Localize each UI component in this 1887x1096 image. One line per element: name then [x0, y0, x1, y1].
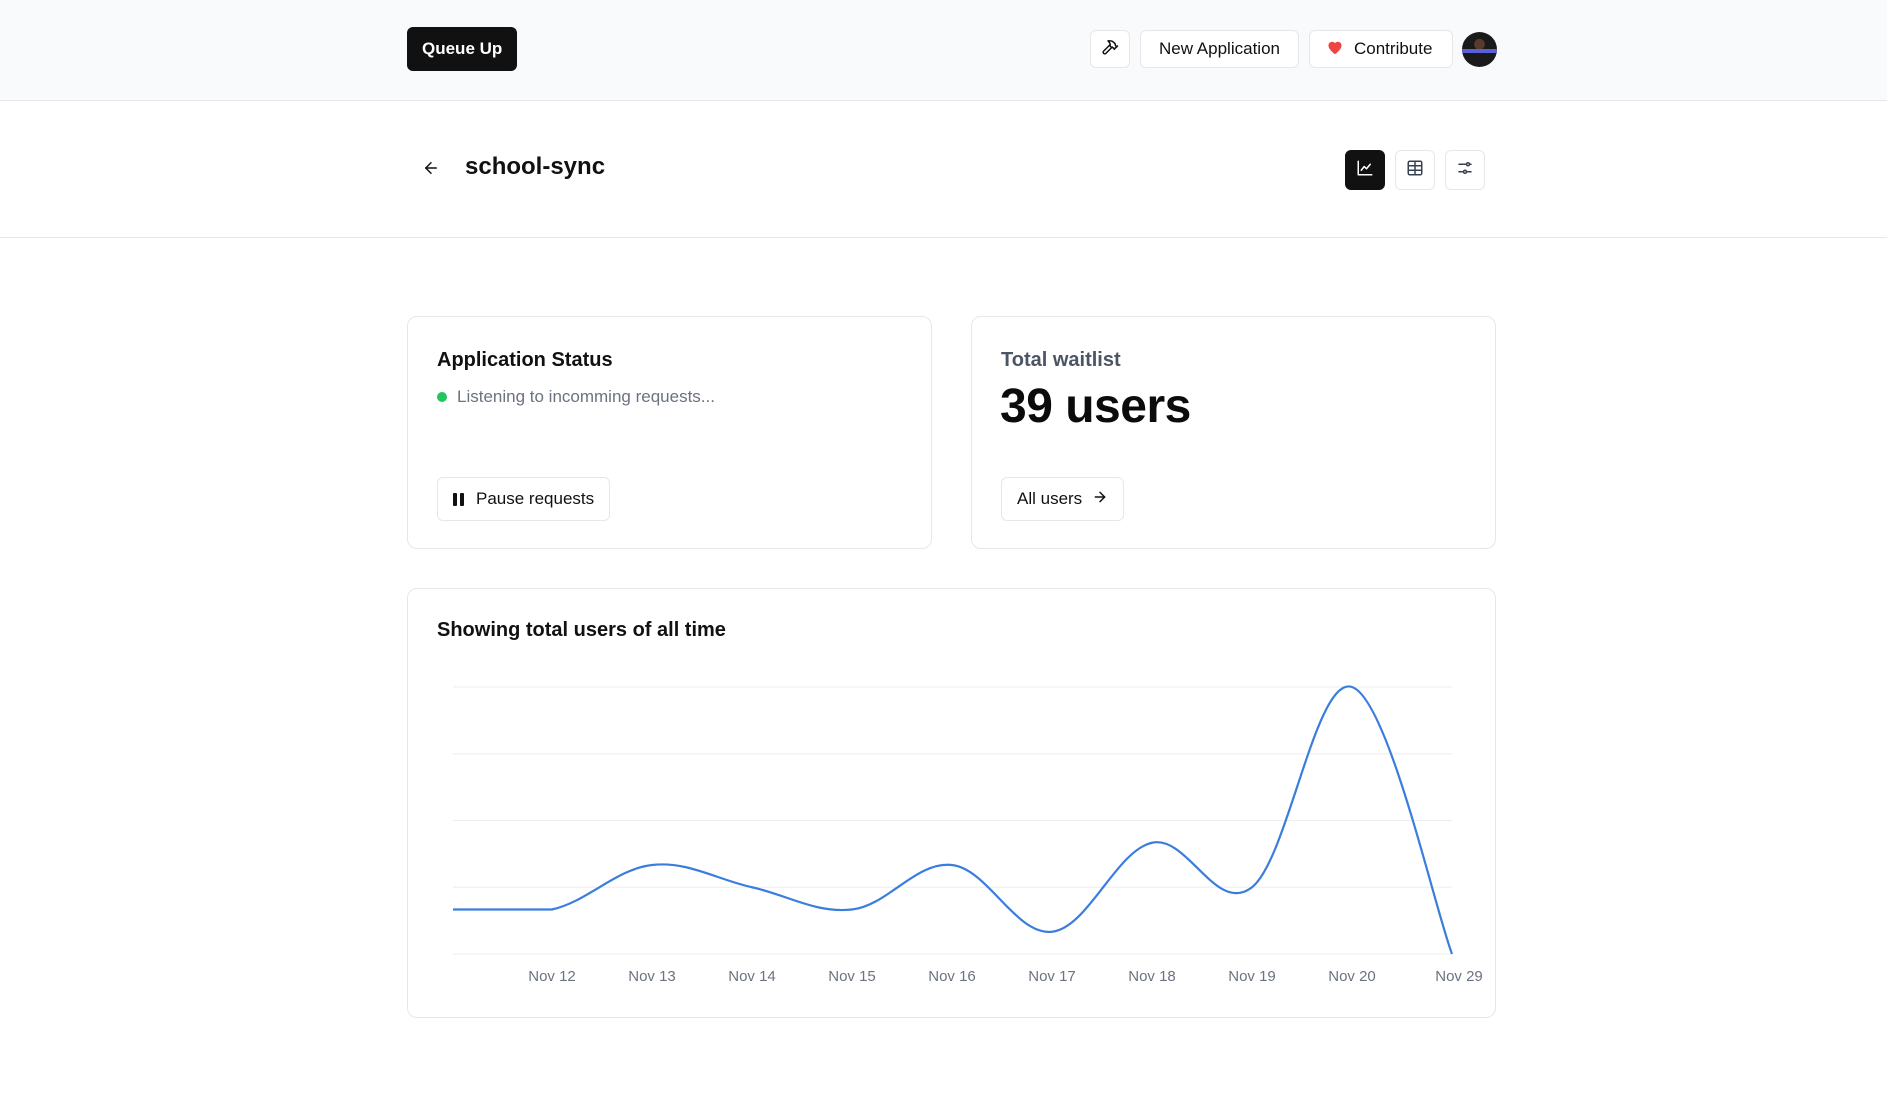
- waitlist-count: 39 users: [1000, 380, 1191, 433]
- page-title: school-sync: [465, 153, 606, 180]
- x-tick-label: Nov 17: [1028, 968, 1076, 985]
- tools-button[interactable]: [1090, 30, 1130, 68]
- waitlist-label: Total waitlist: [1001, 349, 1121, 371]
- pause-icon: [453, 492, 464, 506]
- app-subheader: school-sync: [0, 101, 1887, 238]
- total-waitlist-card: Total waitlist 39 users All users: [971, 316, 1496, 549]
- x-tick-label: Nov 13: [628, 968, 676, 985]
- contribute-label: Contribute: [1354, 39, 1433, 58]
- x-tick-label: Nov 16: [928, 968, 976, 985]
- arrow-right-icon: [1092, 489, 1108, 510]
- x-tick-label: Nov 20: [1328, 968, 1376, 985]
- application-status-card: Application Status Listening to incommin…: [407, 316, 932, 549]
- contribute-button[interactable]: Contribute: [1309, 30, 1453, 68]
- status-text: Listening to incomming requests...: [457, 387, 715, 406]
- brand-logo-button[interactable]: Queue Up: [407, 27, 518, 71]
- line-chart-icon: [1356, 159, 1374, 182]
- back-button[interactable]: [417, 156, 445, 184]
- arrow-left-icon: [422, 159, 440, 182]
- x-tick-label: Nov 19: [1228, 968, 1276, 985]
- user-avatar[interactable]: [1462, 32, 1497, 67]
- table-icon: [1406, 159, 1424, 182]
- status-dot-icon: [437, 392, 447, 402]
- all-users-label: All users: [1017, 489, 1083, 508]
- x-tick-label: Nov 12: [528, 968, 576, 985]
- x-tick-label: Nov 18: [1128, 968, 1176, 985]
- x-tick-label: Nov 14: [728, 968, 776, 985]
- x-tick-label: Nov 15: [828, 968, 876, 985]
- users-chart-card: Showing total users of all time Nov 12 No…: [407, 588, 1496, 1018]
- new-application-button[interactable]: New Application: [1140, 30, 1299, 68]
- pause-requests-label: Pause requests: [476, 489, 595, 508]
- table-view-button[interactable]: [1395, 150, 1435, 190]
- x-tick-label: Nov 29: [1435, 968, 1483, 985]
- pause-requests-button[interactable]: Pause requests: [437, 477, 611, 521]
- hammer-icon: [1101, 38, 1119, 61]
- top-navbar: Queue Up New Application Contribute: [0, 0, 1887, 101]
- sliders-icon: [1456, 159, 1474, 182]
- heart-icon: [1326, 39, 1344, 60]
- settings-view-button[interactable]: [1445, 150, 1485, 190]
- status-card-title: Application Status: [437, 349, 613, 371]
- status-indicator: Listening to incomming requests...: [437, 387, 715, 407]
- chart-view-button[interactable]: [1345, 150, 1385, 190]
- all-users-button[interactable]: All users: [1001, 477, 1125, 521]
- users-line-chart: Nov 12 Nov 13 Nov 14 Nov 15 Nov 16 Nov 17 Nov …: [453, 685, 1483, 985]
